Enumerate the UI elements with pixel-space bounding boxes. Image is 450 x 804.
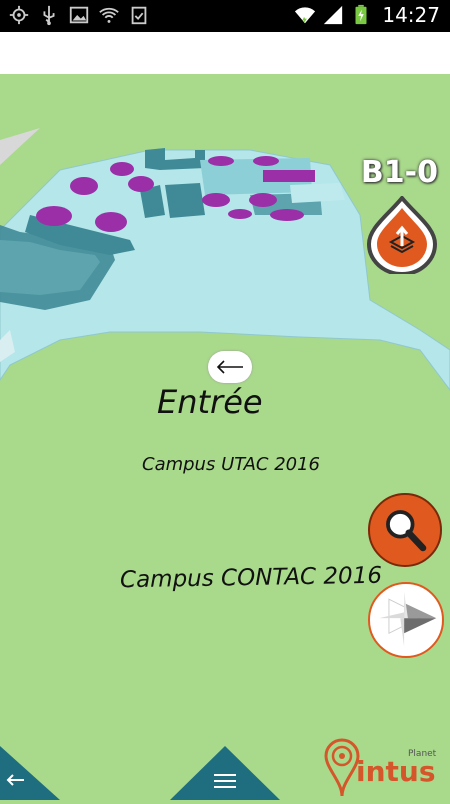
map-label-entrance[interactable]: Entrée	[157, 383, 263, 421]
wifi-icon	[295, 7, 316, 24]
map-label-campus-utac[interactable]: Campus UTAC 2016	[142, 454, 320, 475]
map-back-bubble[interactable]	[208, 351, 252, 383]
level-label: B1-0	[360, 155, 438, 190]
nav-menu-button[interactable]	[170, 746, 280, 804]
compass-icon	[379, 591, 437, 647]
battery-charging-icon	[355, 4, 367, 25]
clipboard-check-icon	[131, 6, 147, 25]
image-icon	[69, 6, 89, 24]
level-switch-button[interactable]	[366, 194, 438, 276]
clock: 14:27	[382, 3, 440, 27]
nav-back-button[interactable]	[0, 746, 60, 804]
signal-icon	[324, 5, 343, 25]
status-bar: 14:27	[0, 0, 450, 32]
usb-icon	[43, 5, 55, 26]
magnifier-icon	[386, 510, 427, 552]
logo-intus-text: intus	[356, 755, 436, 788]
search-button[interactable]	[368, 493, 442, 567]
wifi-question-icon	[99, 7, 119, 23]
hamburger-menu-icon	[170, 746, 280, 800]
map-label-campus-contac[interactable]: Campus CONTAC 2016	[120, 563, 382, 594]
gps-icon	[9, 5, 29, 25]
arrow-left-icon	[216, 360, 243, 374]
compass-button[interactable]	[368, 582, 444, 658]
arrow-left-icon	[0, 746, 60, 800]
floor-switch-icon	[366, 194, 438, 276]
